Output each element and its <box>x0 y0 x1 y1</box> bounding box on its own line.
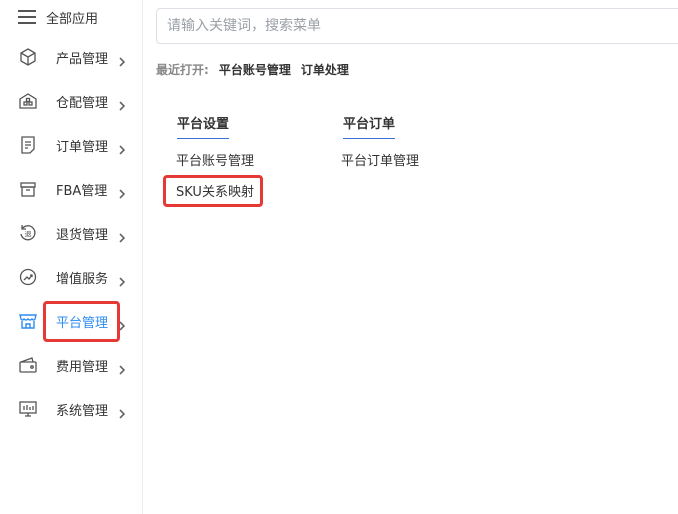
search-input[interactable] <box>156 8 678 44</box>
box-icon <box>18 179 38 199</box>
chevron-right-icon <box>117 316 127 331</box>
menu-link-platform-account[interactable]: 平台账号管理 <box>176 150 254 169</box>
recent-link-order-processing[interactable]: 订单处理 <box>301 61 349 78</box>
sidebar-item-label: 产品管理 <box>56 51 109 67</box>
column-header-platform-orders: 平台订单 <box>343 113 396 139</box>
cube-icon <box>18 47 38 67</box>
all-apps-label: 全部应用 <box>46 11 99 27</box>
all-apps-button[interactable]: 全部应用 <box>18 6 98 28</box>
chevron-right-icon <box>117 52 127 67</box>
sidebar: 全部应用 产品管理 仓配管理 订单管理 FBA管理 退 退货管理 增值服务 平台… <box>0 0 143 514</box>
svg-text:退: 退 <box>25 230 32 239</box>
wallet-icon <box>18 355 38 375</box>
sidebar-item-value-added[interactable]: 增值服务 <box>0 255 142 299</box>
menu-link-platform-order-management[interactable]: 平台订单管理 <box>341 150 419 169</box>
sidebar-item-returns[interactable]: 退 退货管理 <box>0 211 142 255</box>
column-header-platform-settings: 平台设置 <box>177 113 230 139</box>
chevron-right-icon <box>117 140 127 155</box>
sidebar-item-label: 仓配管理 <box>56 95 109 111</box>
sidebar-item-fba[interactable]: FBA管理 <box>0 167 142 211</box>
chevron-right-icon <box>117 404 127 419</box>
recent-opened: 最近打开: 平台账号管理 订单处理 <box>156 61 359 78</box>
sidebar-item-label: 退货管理 <box>56 227 109 243</box>
document-icon <box>18 135 38 155</box>
warehouse-icon <box>18 91 38 111</box>
sidebar-item-platform[interactable]: 平台管理 <box>0 299 142 343</box>
sidebar-item-warehouse[interactable]: 仓配管理 <box>0 79 142 123</box>
chevron-right-icon <box>117 184 127 199</box>
monitor-icon <box>18 399 38 419</box>
chevron-right-icon <box>117 272 127 287</box>
sidebar-item-label: 订单管理 <box>56 139 109 155</box>
sidebar-item-orders[interactable]: 订单管理 <box>0 123 142 167</box>
sidebar-item-label: 增值服务 <box>56 271 109 287</box>
recent-label: 最近打开: <box>156 63 209 77</box>
chevron-right-icon <box>117 96 127 111</box>
value-added-icon <box>18 267 38 287</box>
sidebar-item-label: 平台管理 <box>56 315 109 331</box>
menu-icon <box>18 10 36 24</box>
return-icon: 退 <box>18 223 38 243</box>
sidebar-item-product[interactable]: 产品管理 <box>0 35 142 79</box>
sidebar-item-label: 费用管理 <box>56 359 109 375</box>
chevron-right-icon <box>117 360 127 375</box>
store-icon <box>18 311 38 331</box>
menu-link-sku-mapping[interactable]: SKU关系映射 <box>176 181 254 200</box>
sidebar-item-label: 系统管理 <box>56 403 109 419</box>
sidebar-item-system[interactable]: 系统管理 <box>0 387 142 431</box>
recent-link-platform-account[interactable]: 平台账号管理 <box>219 61 291 78</box>
sidebar-item-fees[interactable]: 费用管理 <box>0 343 142 387</box>
chevron-right-icon <box>117 228 127 243</box>
sidebar-item-label: FBA管理 <box>56 183 108 199</box>
